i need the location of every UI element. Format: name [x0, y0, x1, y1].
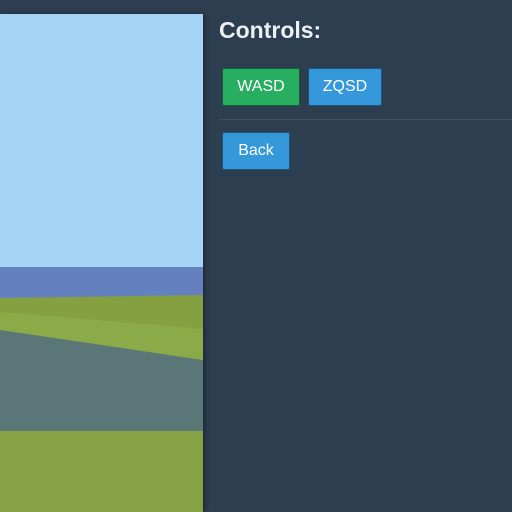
sky [0, 14, 203, 268]
controls-panel: Controls: WASD ZQSD Back [203, 0, 512, 512]
zqsd-button[interactable]: ZQSD [308, 68, 382, 106]
landscape-scene [0, 14, 203, 512]
divider [219, 119, 512, 120]
back-button[interactable]: Back [222, 132, 290, 170]
game-viewport [0, 14, 203, 512]
panel-title: Controls: [219, 17, 322, 43]
grass-near [0, 431, 203, 512]
wasd-button[interactable]: WASD [222, 68, 300, 106]
game-screen: Controls: WASD ZQSD Back [0, 0, 512, 512]
